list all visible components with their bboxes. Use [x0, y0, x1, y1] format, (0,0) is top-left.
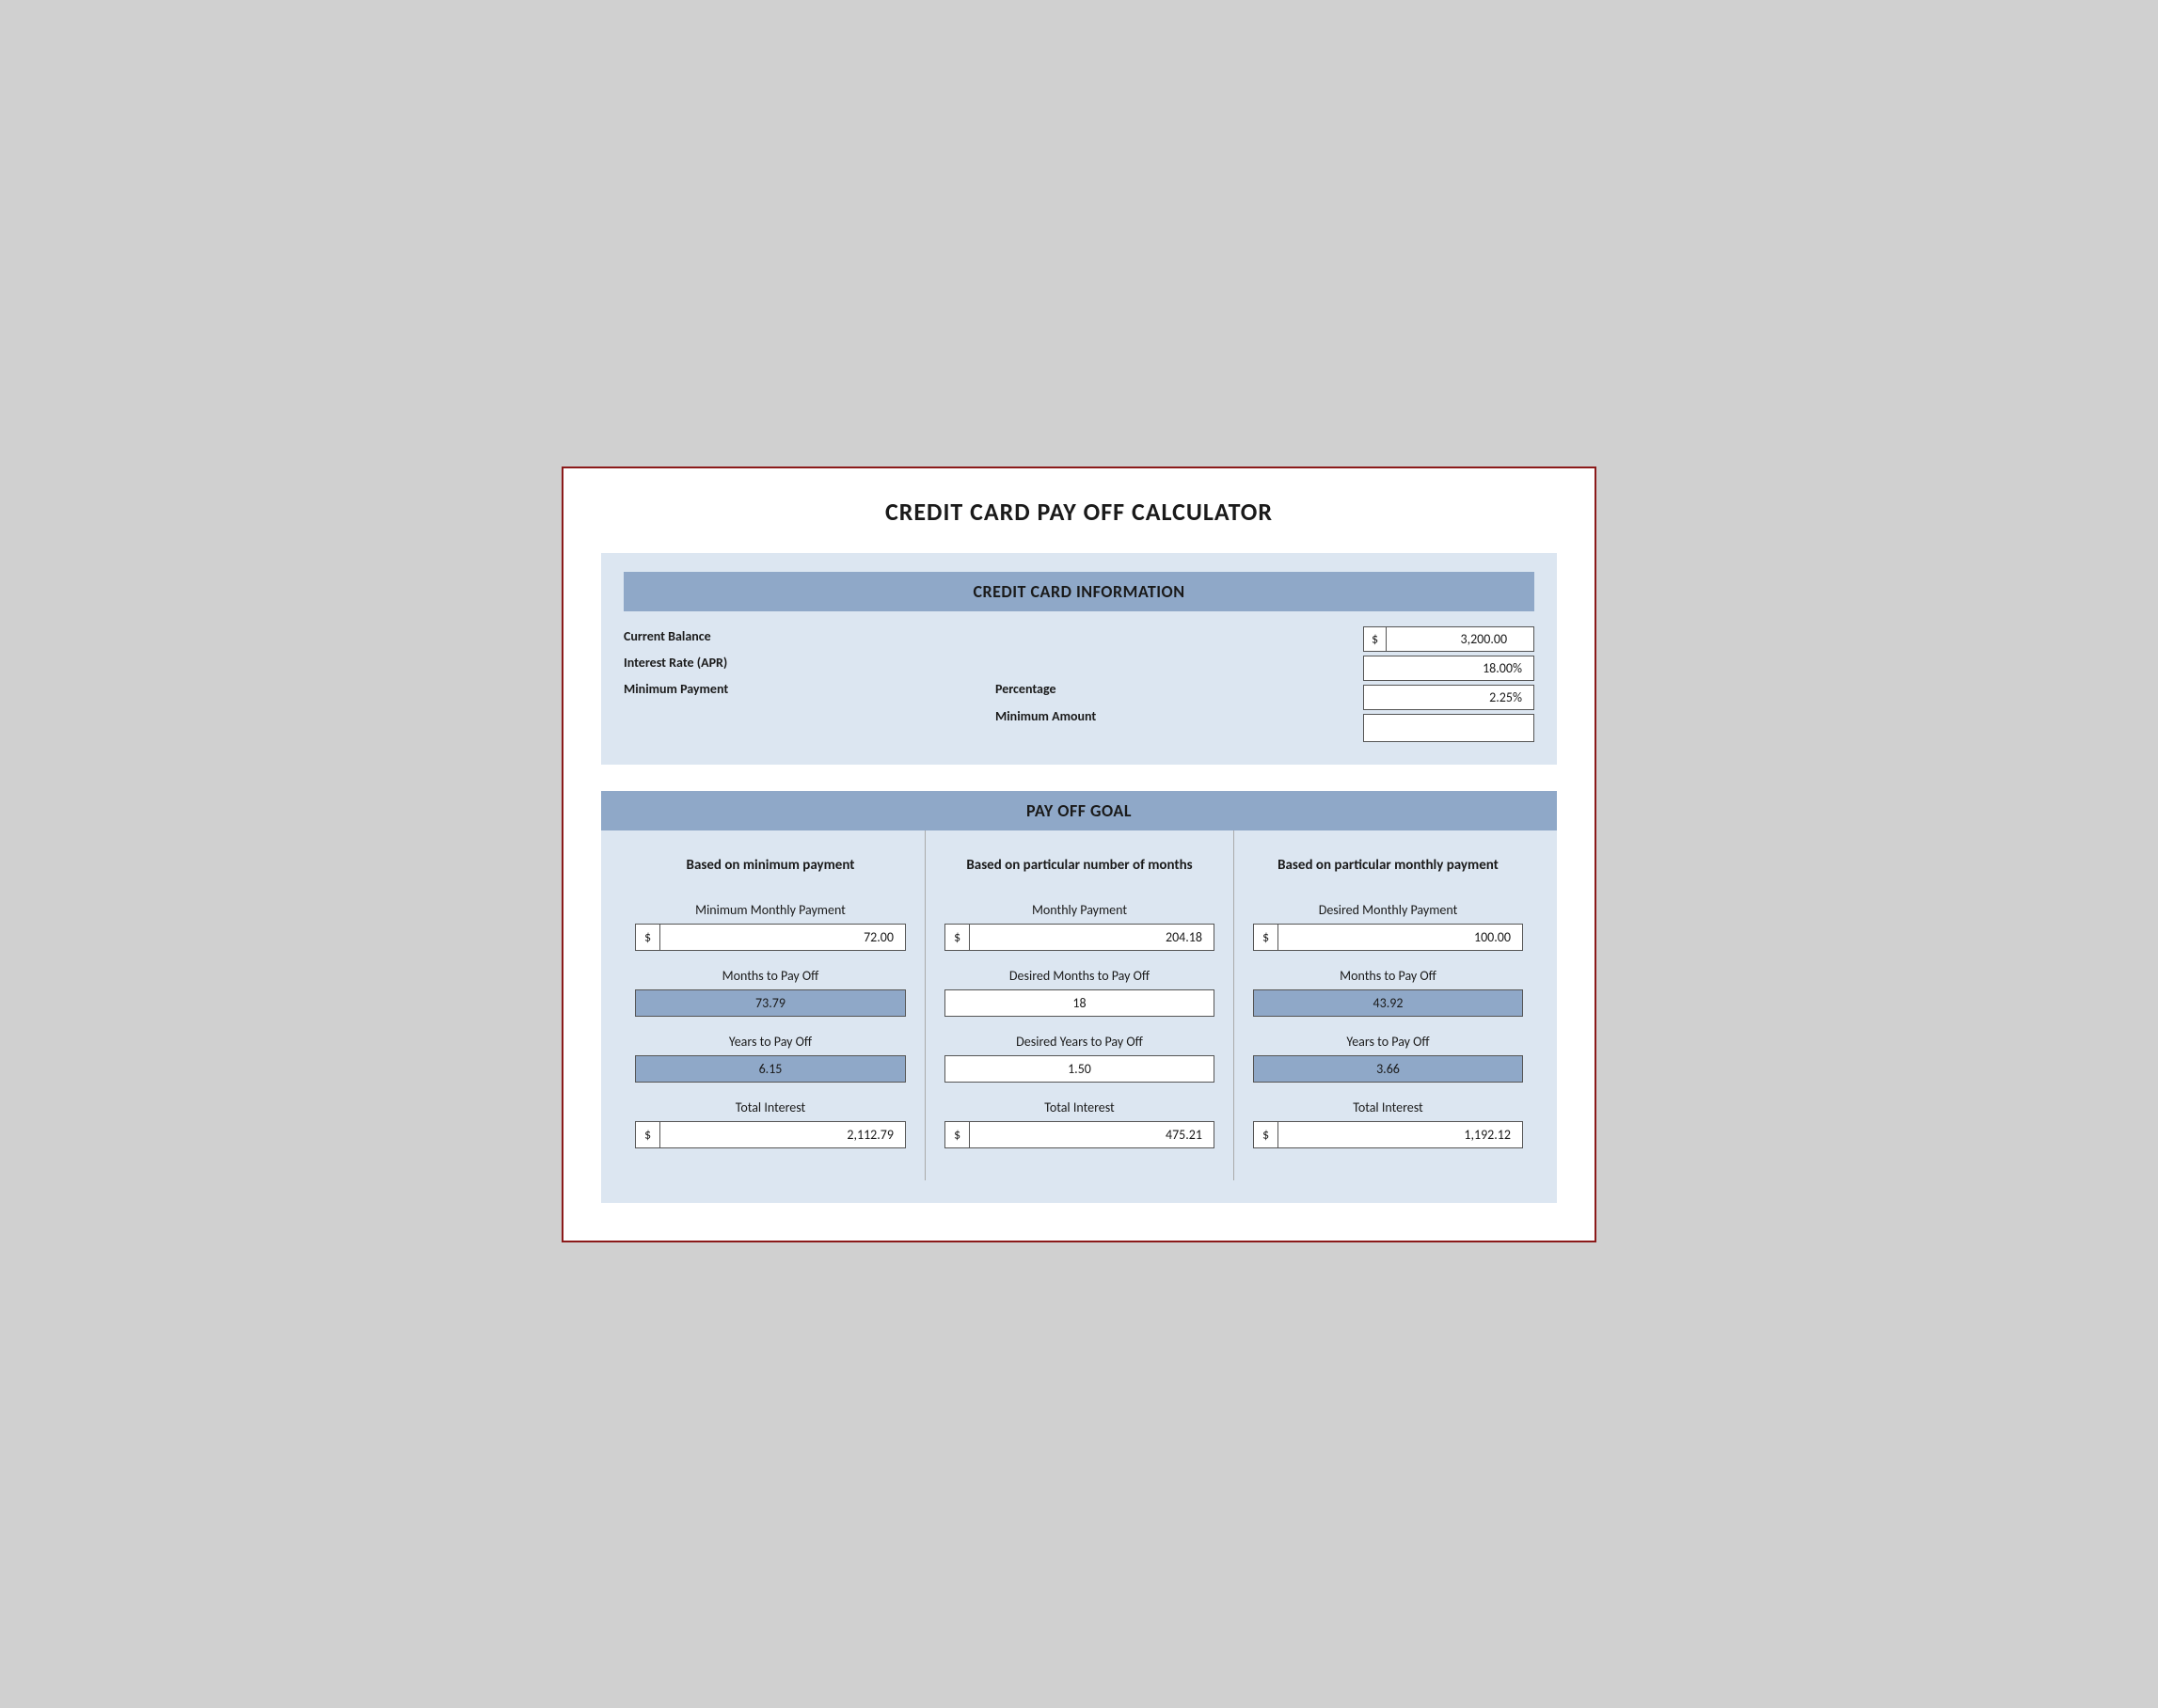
payoff-body: Based on minimum payment Minimum Monthly…: [601, 830, 1557, 1180]
col2-field4-value: 475.21: [970, 1122, 1214, 1147]
col2-field1-dollar: $: [945, 925, 970, 950]
percentage-label: Percentage: [995, 677, 1096, 701]
col3-field3-label: Years to Pay Off: [1346, 1034, 1429, 1050]
col1-field2-value: 73.79: [635, 989, 906, 1017]
min-amount-label: Minimum Amount: [995, 704, 1096, 728]
cc-middle: Percentage Minimum Amount: [995, 626, 1096, 728]
payoff-col-2-title: Based on particular number of months: [966, 846, 1192, 887]
col2-field1-label: Monthly Payment: [1032, 902, 1127, 918]
col3-field4-label: Total Interest: [1353, 1099, 1423, 1115]
col3-field4-value: 1,192.12: [1278, 1122, 1522, 1147]
payoff-col-3: Based on particular monthly payment Desi…: [1233, 830, 1542, 1180]
col3-field1-label: Desired Monthly Payment: [1319, 902, 1458, 918]
col1-field1-value[interactable]: 72.00: [660, 925, 905, 950]
col2-field3-label: Desired Years to Pay Off: [1016, 1034, 1143, 1050]
min-payment-label: Minimum Payment: [624, 679, 728, 700]
cc-info-body: Current Balance Interest Rate (APR) Mini…: [624, 626, 1534, 742]
col2-field1-input: $ 204.18: [944, 924, 1214, 951]
col3-field4-dollar: $: [1254, 1122, 1278, 1147]
interest-input-row: 18.00%: [1363, 656, 1534, 681]
cc-info-section: CREDIT CARD INFORMATION Current Balance …: [601, 553, 1557, 765]
min-pct-value[interactable]: 2.25%: [1364, 686, 1533, 709]
col3-field4-input: $ 1,192.12: [1253, 1121, 1523, 1148]
col1-field2-label: Months to Pay Off: [722, 968, 819, 984]
interest-label: Interest Rate (APR): [624, 653, 728, 673]
col1-field4-input: $ 2,112.79: [635, 1121, 906, 1148]
col3-field1-input: $ 100.00: [1253, 924, 1523, 951]
payoff-col-2: Based on particular number of months Mon…: [925, 830, 1233, 1180]
col2-field2-label: Desired Months to Pay Off: [1009, 968, 1150, 984]
col1-field1-input: $ 72.00: [635, 924, 906, 951]
payoff-col-1-title: Based on minimum payment: [687, 846, 855, 887]
col3-field2-label: Months to Pay Off: [1340, 968, 1436, 984]
col3-field3-value: 3.66: [1253, 1055, 1523, 1083]
col3-field1-value[interactable]: 100.00: [1278, 925, 1522, 950]
balance-input-row: $ 3,200.00: [1363, 626, 1534, 652]
col2-field4-input: $ 475.21: [944, 1121, 1214, 1148]
col2-field4-label: Total Interest: [1044, 1099, 1115, 1115]
balance-dollar: $: [1364, 627, 1387, 651]
col3-field1-dollar: $: [1254, 925, 1278, 950]
col1-field1-dollar: $: [636, 925, 660, 950]
payoff-section: PAY OFF GOAL Based on minimum payment Mi…: [601, 791, 1557, 1203]
cc-info-header: CREDIT CARD INFORMATION: [624, 572, 1534, 611]
cc-labels: Current Balance Interest Rate (APR) Mini…: [624, 626, 728, 701]
min-amount-input-row: [1363, 714, 1534, 742]
min-amount-value[interactable]: [1364, 715, 1533, 741]
col2-field1-value: 204.18: [970, 925, 1214, 950]
payoff-col-1: Based on minimum payment Minimum Monthly…: [616, 830, 925, 1180]
balance-label: Current Balance: [624, 626, 728, 647]
col2-field2-value[interactable]: 18: [944, 989, 1214, 1017]
col1-field4-dollar: $: [636, 1122, 660, 1147]
col2-field4-dollar: $: [945, 1122, 970, 1147]
payoff-header: PAY OFF GOAL: [601, 791, 1557, 830]
main-title: CREDIT CARD PAY OFF CALCULATOR: [601, 497, 1557, 527]
col1-field3-label: Years to Pay Off: [729, 1034, 812, 1050]
col1-field1-label: Minimum Monthly Payment: [695, 902, 846, 918]
calculator-wrapper: CREDIT CARD PAY OFF CALCULATOR CREDIT CA…: [562, 467, 1596, 1242]
col1-field3-value: 6.15: [635, 1055, 906, 1083]
col2-field3-value: 1.50: [944, 1055, 1214, 1083]
col1-field4-label: Total Interest: [736, 1099, 806, 1115]
col3-field2-value: 43.92: [1253, 989, 1523, 1017]
col1-field4-value: 2,112.79: [660, 1122, 905, 1147]
payoff-col-3-title: Based on particular monthly payment: [1277, 846, 1499, 887]
min-pct-input-row: 2.25%: [1363, 685, 1534, 710]
balance-value[interactable]: 3,200.00: [1387, 627, 1518, 651]
cc-inputs: $ 3,200.00 18.00% 2.25%: [1363, 626, 1534, 742]
interest-value[interactable]: 18.00%: [1364, 656, 1533, 680]
